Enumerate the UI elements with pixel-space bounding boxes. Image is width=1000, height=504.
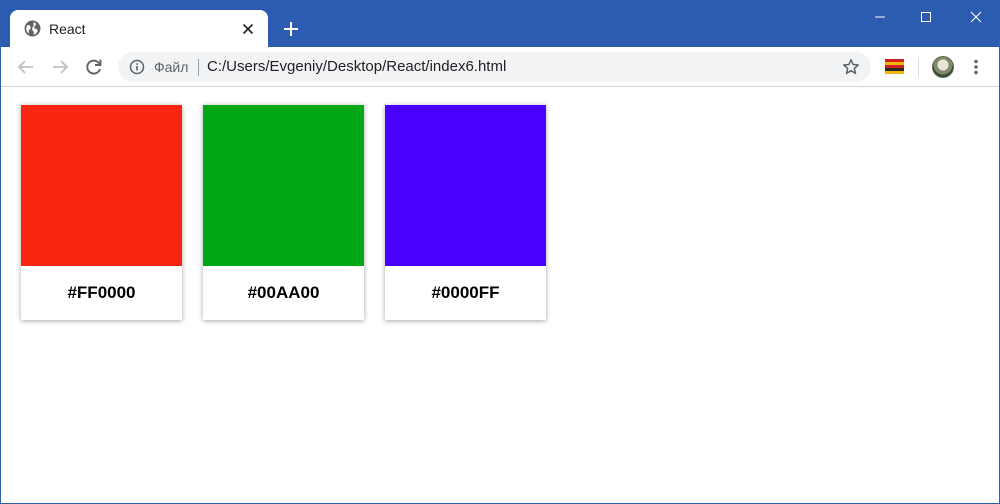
maximize-icon [921, 12, 931, 22]
close-tab-icon[interactable] [240, 21, 256, 37]
tab-title: React [49, 21, 86, 37]
color-swatch [203, 105, 364, 266]
omnibox-divider [198, 59, 199, 76]
browser-toolbar: Файл C:/Users/Evgeniy/Desktop/React/inde… [1, 47, 999, 87]
color-swatch [385, 105, 546, 266]
color-swatch [21, 105, 182, 266]
color-hex-label: #FF0000 [67, 283, 136, 302]
info-icon[interactable] [129, 59, 145, 75]
extension-icon[interactable] [884, 58, 905, 75]
close-window-button[interactable] [953, 1, 999, 33]
back-arrow-icon[interactable] [16, 57, 36, 77]
reload-icon[interactable] [84, 57, 104, 77]
color-card: #FF0000 [21, 105, 182, 320]
maximize-button[interactable] [903, 1, 949, 33]
tab-strip: React [1, 1, 999, 47]
browser-window: React Файл C:/Users/Evgeniy/Desktop/Reac… [0, 0, 1000, 504]
color-card: #00AA00 [203, 105, 364, 320]
toolbar-divider [918, 57, 919, 77]
address-bar[interactable]: Файл C:/Users/Evgeniy/Desktop/React/inde… [118, 52, 871, 82]
new-tab-plus-icon[interactable] [282, 20, 300, 38]
active-tab[interactable]: React [10, 10, 268, 47]
close-icon [970, 11, 982, 23]
minimize-icon [875, 16, 885, 18]
globe-icon [24, 20, 41, 37]
file-scheme-label: Файл [154, 59, 189, 75]
page-viewport: #FF0000 #00AA00 #0000FF [1, 88, 999, 503]
minimize-button[interactable] [857, 1, 903, 33]
color-card: #0000FF [385, 105, 546, 320]
forward-arrow-icon[interactable] [50, 57, 70, 77]
more-menu-icon[interactable] [967, 58, 985, 76]
url-text[interactable]: C:/Users/Evgeniy/Desktop/React/index6.ht… [207, 58, 506, 75]
bookmark-star-icon[interactable] [842, 58, 860, 76]
profile-avatar[interactable] [932, 56, 954, 78]
color-hex-label: #0000FF [431, 283, 500, 302]
color-hex-label: #00AA00 [247, 283, 320, 302]
